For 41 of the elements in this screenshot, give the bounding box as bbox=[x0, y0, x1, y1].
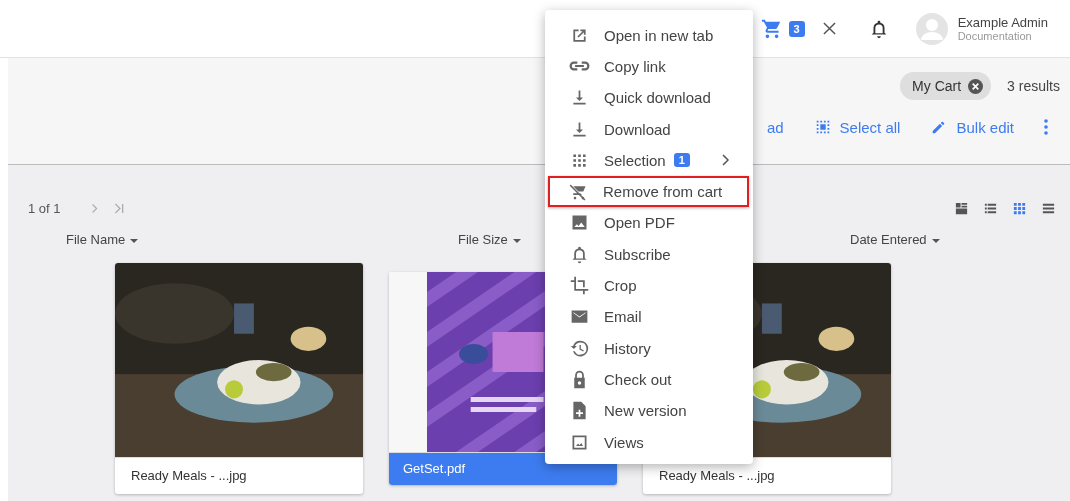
menu-item[interactable]: Open in new tab bbox=[549, 20, 749, 51]
download-button[interactable]: ad bbox=[766, 118, 784, 136]
bulk-edit-button[interactable]: Bulk edit bbox=[930, 118, 1014, 136]
select-all-button[interactable]: Select all bbox=[813, 118, 901, 136]
cart-icon[interactable] bbox=[760, 17, 783, 40]
menu-item-label: Open PDF bbox=[604, 214, 675, 232]
more-icon[interactable] bbox=[1044, 119, 1048, 135]
filter-chip[interactable]: My Cart bbox=[900, 72, 992, 100]
file-card[interactable]: Ready Meals - ...jpg bbox=[115, 263, 363, 494]
caret-down-icon bbox=[130, 238, 139, 243]
view-mode-icon[interactable] bbox=[954, 201, 969, 216]
view-mode-icon[interactable] bbox=[983, 201, 998, 216]
menu-item[interactable]: Copy link bbox=[549, 51, 749, 82]
menu-item-label: Open in new tab bbox=[604, 26, 714, 44]
page-indicator: 1 of 1 bbox=[28, 201, 61, 216]
user-role: Documentation bbox=[957, 30, 1033, 42]
menu-item-label: Quick download bbox=[604, 89, 711, 107]
caret-down-icon bbox=[931, 238, 940, 243]
view-mode-icon[interactable] bbox=[1041, 201, 1056, 216]
menu-item-label: Remove from cart bbox=[603, 183, 723, 201]
sort-column-header[interactable]: File Name bbox=[66, 232, 458, 247]
menu-item-label: Subscribe bbox=[604, 245, 671, 263]
view-mode-icon[interactable] bbox=[1012, 201, 1027, 216]
close-icon[interactable] bbox=[822, 22, 836, 35]
user-name: Example Admin bbox=[957, 15, 1048, 30]
sort-column-header[interactable]: Date Entered bbox=[850, 232, 940, 247]
crop-icon bbox=[569, 275, 590, 296]
menu-item-label: Selection bbox=[604, 151, 666, 169]
link-icon bbox=[569, 61, 590, 72]
cart-count-badge: 3 bbox=[788, 20, 805, 37]
clear-icon[interactable] bbox=[968, 78, 984, 94]
caret-down-icon bbox=[512, 238, 521, 243]
menu-item-label: Download bbox=[604, 120, 671, 138]
file-name: Ready Meals - ...jpg bbox=[115, 457, 363, 494]
menu-item[interactable]: Download bbox=[549, 113, 749, 145]
menu-item[interactable]: Quick download bbox=[549, 82, 749, 113]
menu-item[interactable]: Remove from cart bbox=[548, 176, 749, 207]
menu-item-label: Copy link bbox=[604, 57, 666, 75]
menu-item[interactable]: Selection 1 bbox=[549, 145, 749, 176]
results-count: 3 results bbox=[1007, 78, 1060, 94]
selection-count-badge: 1 bbox=[673, 153, 690, 168]
